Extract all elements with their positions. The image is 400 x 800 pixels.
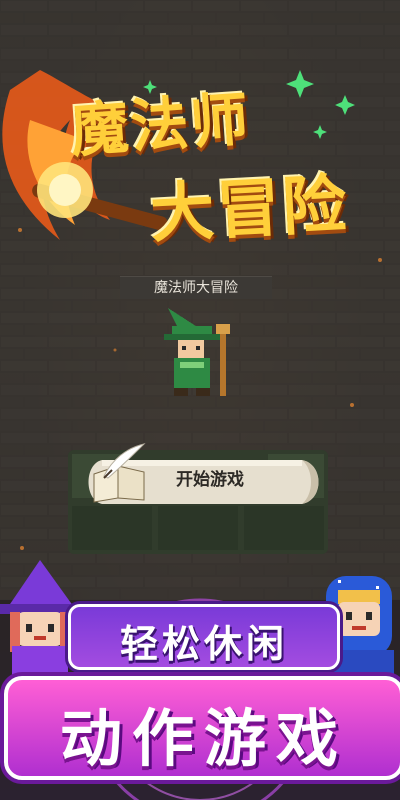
logo-title-line1: 魔法师 <box>68 84 253 166</box>
promo-tagline-top: 轻松休闲 <box>68 604 340 670</box>
game-screen: 魔法师 大冒险 魔法师大冒险 开始游戏 轻松休闲 动作游戏 <box>0 0 400 800</box>
wizard-character-sprite <box>164 308 230 396</box>
logo-title-line2: 大冒险 <box>148 167 351 253</box>
promo-tagline-top-text: 轻松休闲 <box>119 622 288 666</box>
game-logo: 魔法师 大冒险 <box>0 40 400 280</box>
start-menu-panel <box>62 442 334 560</box>
promo-tagline-bottom: 动作游戏 <box>4 676 400 780</box>
game-title-plate: 魔法师大冒险 <box>120 276 272 299</box>
promo-tagline-bottom-text: 动作游戏 <box>59 702 348 775</box>
start-game-button[interactable]: 开始游戏 <box>140 465 280 490</box>
